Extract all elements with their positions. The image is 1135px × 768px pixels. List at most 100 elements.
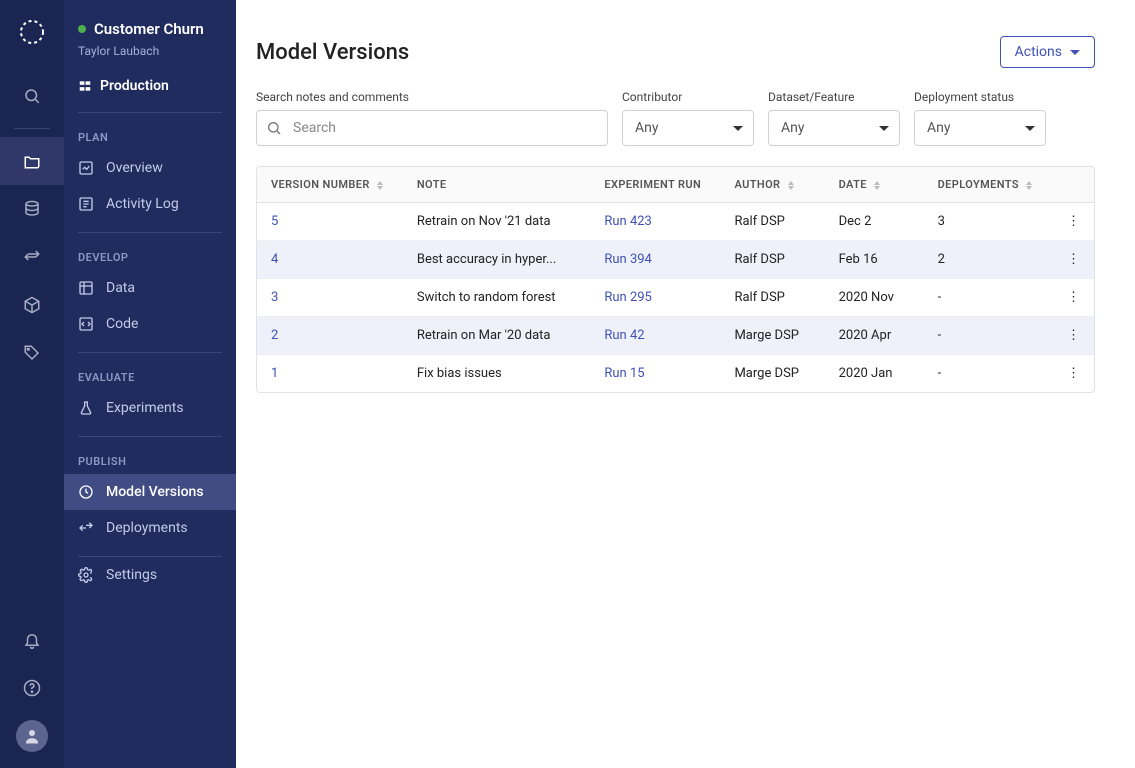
project-title: Customer Churn bbox=[94, 20, 204, 38]
table-row: 3 Switch to random forest Run 295 Ralf DSP2… bbox=[257, 279, 1094, 317]
flask-icon bbox=[78, 400, 94, 416]
sidebar-item-label: Settings bbox=[106, 567, 157, 583]
deployments-cell: - bbox=[924, 317, 1052, 355]
sidebar-item-experiments[interactable]: Experiments bbox=[64, 390, 236, 426]
environment-label: Production bbox=[100, 78, 169, 94]
rail-packages[interactable] bbox=[0, 281, 64, 329]
row-menu-button[interactable]: ⋮ bbox=[1051, 317, 1094, 355]
caret-down-icon bbox=[879, 126, 889, 131]
rail-user-avatar[interactable] bbox=[16, 720, 48, 752]
table-row: 4 Best accuracy in hyper... Run 394 Ralf DS… bbox=[257, 241, 1094, 279]
sidebar-item-overview[interactable]: Overview bbox=[64, 150, 236, 186]
deploy-icon bbox=[78, 520, 94, 536]
version-link[interactable]: 1 bbox=[271, 366, 278, 381]
note-cell: Switch to random forest bbox=[403, 279, 591, 317]
col-version[interactable]: VERSION NUMBER bbox=[257, 167, 403, 203]
author-cell: Ralf DSP bbox=[720, 203, 824, 241]
note-cell: Retrain on Nov '21 data bbox=[403, 203, 591, 241]
table-row: 5Retrain on Nov '21 dataRun 423Ralf DSPD… bbox=[257, 203, 1094, 241]
author-cell: Marge DSP bbox=[720, 355, 824, 393]
versions-table: VERSION NUMBER NOTE EXPERIMENT RUN AUTHO… bbox=[257, 167, 1094, 392]
rail-transfers[interactable] bbox=[0, 233, 64, 281]
project-header: Customer Churn Taylor Laubach bbox=[64, 20, 236, 66]
caret-down-icon bbox=[1025, 126, 1035, 131]
sidebar-item-deployments[interactable]: Deployments bbox=[64, 510, 236, 546]
author-cell: Ralf DSP bbox=[720, 241, 824, 279]
rail-help[interactable] bbox=[0, 664, 64, 712]
note-cell: Best accuracy in hyper... bbox=[403, 241, 591, 279]
col-label: EXPERIMENT RUN bbox=[604, 178, 701, 191]
deployment-status-select[interactable]: Any bbox=[914, 110, 1046, 146]
deployments-cell: 2 bbox=[924, 241, 1052, 279]
section-develop: DEVELOP bbox=[64, 233, 236, 270]
row-menu-button[interactable]: ⋮ bbox=[1051, 241, 1094, 279]
code-icon bbox=[78, 316, 94, 332]
sidebar-item-data[interactable]: Data bbox=[64, 270, 236, 306]
filter-label-dataset: Dataset/Feature bbox=[768, 90, 900, 104]
row-menu-button[interactable]: ⋮ bbox=[1051, 355, 1094, 393]
clock-icon bbox=[78, 484, 94, 500]
row-menu-button[interactable]: ⋮ bbox=[1051, 279, 1094, 317]
sidebar-item-label: Experiments bbox=[106, 400, 184, 416]
rail-notifications[interactable] bbox=[0, 616, 64, 664]
date-cell: 2020 Nov bbox=[825, 279, 924, 317]
version-link[interactable]: 4 bbox=[271, 252, 278, 267]
sidebar-item-label: Model Versions bbox=[106, 484, 204, 500]
row-menu-button[interactable]: ⋮ bbox=[1051, 203, 1094, 241]
select-value: Any bbox=[635, 120, 659, 136]
sidebar-item-activity-log[interactable]: Activity Log bbox=[64, 186, 236, 222]
experiment-run-link[interactable]: Run 42 bbox=[604, 328, 644, 343]
rail-databases[interactable] bbox=[0, 185, 64, 233]
sidebar-item-code[interactable]: Code bbox=[64, 306, 236, 342]
section-publish: PUBLISH bbox=[64, 437, 236, 474]
section-plan: PLAN bbox=[64, 113, 236, 150]
col-deployments[interactable]: DEPLOYMENTS bbox=[924, 167, 1052, 203]
version-link[interactable]: 5 bbox=[271, 214, 278, 229]
filter-label-search: Search notes and comments bbox=[256, 90, 608, 104]
col-note[interactable]: NOTE bbox=[403, 167, 591, 203]
col-label: DEPLOYMENTS bbox=[938, 178, 1019, 191]
experiment-run-link[interactable]: Run 295 bbox=[604, 290, 652, 305]
date-cell: Feb 16 bbox=[825, 241, 924, 279]
rail-search[interactable] bbox=[0, 72, 64, 120]
rail-projects[interactable] bbox=[0, 137, 64, 185]
search-icon bbox=[266, 120, 282, 136]
sidebar-item-settings[interactable]: Settings bbox=[64, 557, 236, 593]
filter-label-contributor: Contributor bbox=[622, 90, 754, 104]
version-link[interactable]: 3 bbox=[271, 290, 278, 305]
dataset-select[interactable]: Any bbox=[768, 110, 900, 146]
date-cell: 2020 Jan bbox=[825, 355, 924, 393]
contributor-select[interactable]: Any bbox=[622, 110, 754, 146]
overview-icon bbox=[78, 160, 94, 176]
col-date[interactable]: DATE bbox=[825, 167, 924, 203]
sort-icon bbox=[1026, 181, 1032, 190]
versions-table-wrap: VERSION NUMBER NOTE EXPERIMENT RUN AUTHO… bbox=[256, 166, 1095, 393]
version-link[interactable]: 2 bbox=[271, 328, 278, 343]
caret-down-icon bbox=[1070, 50, 1080, 55]
environment-row[interactable]: Production bbox=[64, 66, 236, 102]
deployments-cell: - bbox=[924, 279, 1052, 317]
rail-divider bbox=[14, 128, 50, 129]
sidebar-item-model-versions[interactable]: Model Versions bbox=[64, 474, 236, 510]
sort-icon bbox=[788, 181, 794, 190]
experiment-run-link[interactable]: Run 394 bbox=[604, 252, 652, 267]
experiment-run-link[interactable]: Run 15 bbox=[604, 366, 644, 381]
activity-log-icon bbox=[78, 196, 94, 212]
sort-icon bbox=[377, 181, 383, 190]
deployments-cell: 3 bbox=[924, 203, 1052, 241]
col-author[interactable]: AUTHOR bbox=[720, 167, 824, 203]
col-experiment-run[interactable]: EXPERIMENT RUN bbox=[590, 167, 720, 203]
actions-button[interactable]: Actions bbox=[1000, 36, 1095, 68]
sidebar-item-label: Overview bbox=[106, 160, 163, 176]
environment-icon bbox=[78, 79, 92, 93]
select-value: Any bbox=[781, 120, 805, 136]
sidebar-item-label: Deployments bbox=[106, 520, 188, 536]
experiment-run-link[interactable]: Run 423 bbox=[604, 214, 652, 229]
main-content: Model Versions Actions Search notes and … bbox=[236, 0, 1135, 768]
section-evaluate: EVALUATE bbox=[64, 353, 236, 390]
author-cell: Ralf DSP bbox=[720, 279, 824, 317]
filter-label-deployment-status: Deployment status bbox=[914, 90, 1046, 104]
search-input[interactable] bbox=[256, 110, 608, 146]
sort-icon bbox=[874, 181, 880, 190]
rail-tags[interactable] bbox=[0, 329, 64, 377]
